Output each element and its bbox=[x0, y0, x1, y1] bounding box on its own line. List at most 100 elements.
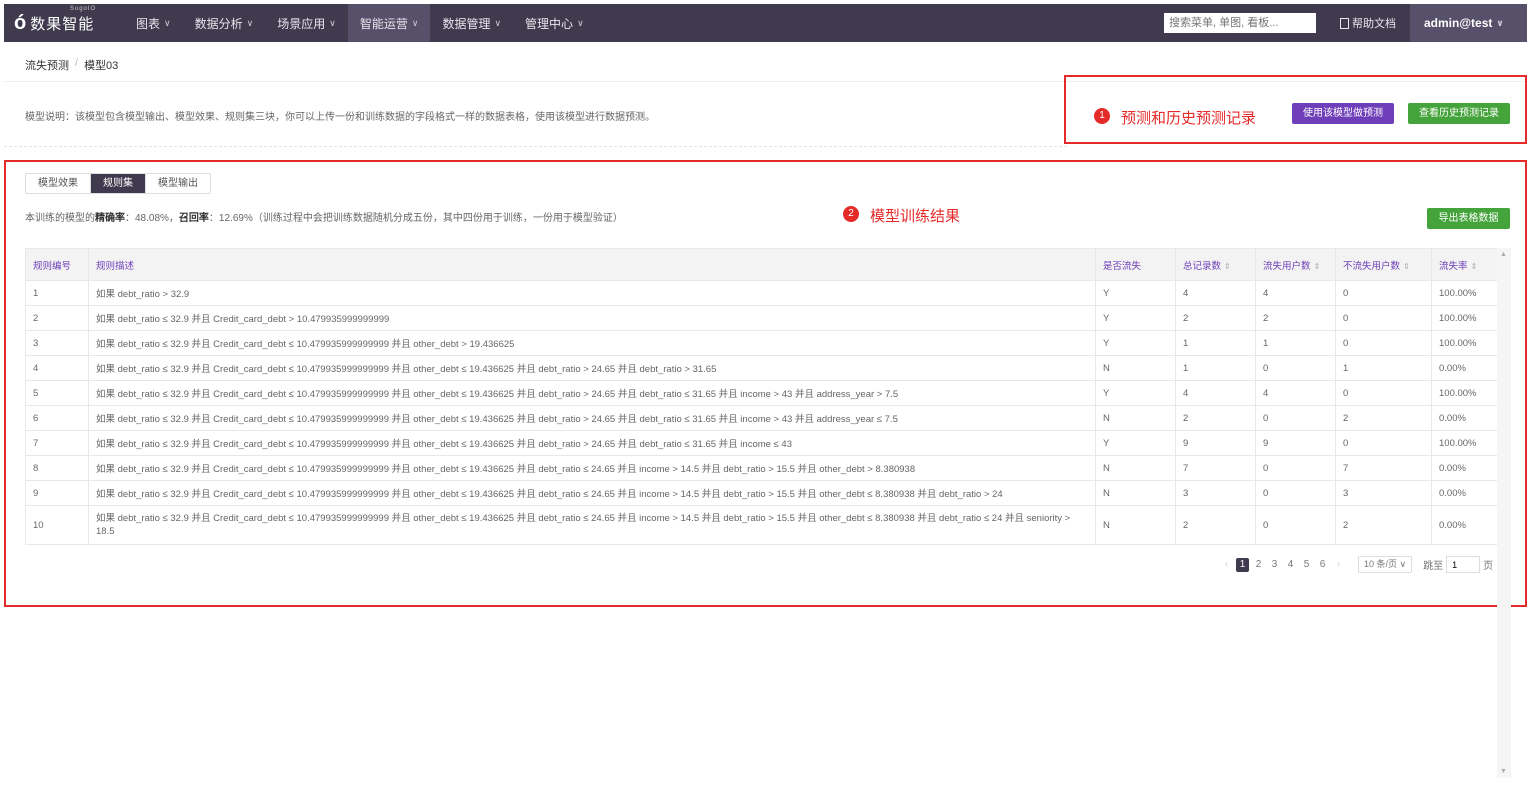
top-nav-bar: ó 数果智能 SugoIO 图表 ∨ 数据分析 ∨ 场景应用 ∨ 智能运营 ∨ 数据管理 ∨ 管理中… bbox=[4, 4, 1527, 42]
table-cell: 2 bbox=[1335, 405, 1432, 431]
table-cell: 如果 debt_ratio > 32.9 bbox=[88, 280, 1096, 306]
chevron-down-icon: ∨ bbox=[246, 17, 254, 28]
header-right: 帮助文档 admin@test ∨ bbox=[1164, 4, 1527, 42]
page-button[interactable]: 3 bbox=[1268, 558, 1281, 572]
rules-table: 规则编号 规则描述 是否流失 总记录数 ⇕ 流失用户数 ⇕ 不流失用户数 ⇕ 流失率 ⇕ 1 如果 d… bbox=[25, 248, 1498, 545]
table-row: 8 如果 debt_ratio ≤ 32.9 并且 Credit_card_deb… bbox=[25, 455, 1498, 481]
prev-page-button[interactable]: ‹ bbox=[1220, 558, 1233, 572]
export-table-button[interactable]: 导出表格数据 bbox=[1427, 208, 1510, 229]
table-cell: 0.00% bbox=[1431, 480, 1498, 506]
table-cell: 如果 debt_ratio ≤ 32.9 并且 Credit_card_debt… bbox=[88, 480, 1096, 506]
logo[interactable]: ó 数果智能 SugoIO bbox=[4, 6, 124, 35]
pagination: ‹ 123456 › 10 条/页 ∨ 跳至 页 bbox=[1220, 556, 1493, 573]
jump-page-input[interactable] bbox=[1446, 556, 1481, 573]
table-cell: 0 bbox=[1335, 380, 1432, 406]
chevron-down-icon: ∨ bbox=[164, 17, 171, 28]
nav-item-label: 智能运营 bbox=[359, 16, 408, 31]
table-cell: 100.00% bbox=[1431, 280, 1498, 306]
table-cell: 2 bbox=[1175, 505, 1256, 545]
nav-item-5[interactable]: 管理中心 ∨ bbox=[513, 4, 596, 42]
tab-0[interactable]: 模型效果 bbox=[26, 174, 91, 193]
table-cell: Y bbox=[1095, 430, 1176, 456]
table-cell: Y bbox=[1095, 280, 1176, 306]
page-button[interactable]: 2 bbox=[1252, 558, 1265, 572]
page-size-select[interactable]: 10 条/页 ∨ bbox=[1358, 556, 1413, 573]
table-cell: 3 bbox=[25, 330, 89, 356]
nav-item-1[interactable]: 数据分析 ∨ bbox=[183, 4, 266, 42]
nav-item-4[interactable]: 数据管理 ∨ bbox=[430, 4, 513, 42]
column-header-label: 是否流失 bbox=[1103, 260, 1142, 272]
table-cell: 7 bbox=[25, 430, 89, 456]
table-cell: 1 bbox=[1255, 330, 1336, 356]
user-menu[interactable]: admin@test ∨ bbox=[1410, 4, 1527, 42]
column-header[interactable]: 总记录数 ⇕ bbox=[1175, 248, 1256, 281]
predict-with-model-button[interactable]: 使用该模型做预测 bbox=[1292, 103, 1394, 124]
sort-icon[interactable]: ⇕ bbox=[1471, 262, 1478, 271]
help-docs-label: 帮助文档 bbox=[1352, 18, 1396, 30]
column-header[interactable]: 流失用户数 ⇕ bbox=[1255, 248, 1336, 281]
column-header: 规则描述 bbox=[88, 248, 1096, 281]
vertical-scrollbar[interactable]: ▲ ▼ bbox=[1497, 248, 1511, 778]
sort-icon[interactable]: ⇕ bbox=[1403, 262, 1410, 271]
table-cell: N bbox=[1095, 455, 1176, 481]
table-cell: Y bbox=[1095, 380, 1176, 406]
table-cell: 4 bbox=[1175, 380, 1256, 406]
table-cell: 0.00% bbox=[1431, 405, 1498, 431]
chevron-down-icon: ∨ bbox=[494, 17, 502, 28]
tab-1[interactable]: 规则集 bbox=[91, 174, 146, 193]
table-cell: 0.00% bbox=[1431, 455, 1498, 481]
breadcrumb-parent[interactable]: 流失预测 bbox=[25, 57, 69, 73]
page-button[interactable]: 5 bbox=[1300, 558, 1313, 572]
table-cell: 如果 debt_ratio ≤ 32.9 并且 Credit_card_debt… bbox=[88, 505, 1096, 545]
table-cell: 4 bbox=[1255, 380, 1336, 406]
help-docs-link[interactable]: 帮助文档 bbox=[1326, 15, 1410, 31]
column-header-label: 流失率 bbox=[1439, 260, 1468, 272]
table-cell: 如果 debt_ratio ≤ 32.9 并且 Credit_card_debt… bbox=[88, 405, 1096, 431]
precision-label: 精确率 bbox=[95, 213, 125, 224]
recall-value: ：12.69%（训练过程中会把训练数据随机分成五份，其中四份用于训练，一份用于模… bbox=[208, 213, 623, 224]
table-cell: 如果 debt_ratio ≤ 32.9 并且 Credit_card_debt… bbox=[88, 305, 1096, 331]
table-cell: 1 bbox=[1335, 355, 1432, 381]
table-cell: 1 bbox=[1175, 355, 1256, 381]
nav-item-3[interactable]: 智能运营 ∨ bbox=[347, 4, 431, 42]
scroll-up-icon[interactable]: ▲ bbox=[1500, 251, 1507, 258]
tab-2[interactable]: 模型输出 bbox=[146, 174, 210, 193]
page-button[interactable]: 4 bbox=[1284, 558, 1297, 572]
view-history-button[interactable]: 查看历史预测记录 bbox=[1408, 103, 1510, 124]
column-header-label: 规则描述 bbox=[96, 260, 135, 272]
jump-label: 跳至 bbox=[1423, 561, 1444, 572]
table-cell: 如果 debt_ratio ≤ 32.9 并且 Credit_card_debt… bbox=[88, 330, 1096, 356]
table-cell: 0 bbox=[1335, 330, 1432, 356]
table-row: 7 如果 debt_ratio ≤ 32.9 并且 Credit_card_deb… bbox=[25, 430, 1498, 456]
breadcrumb-current: 模型03 bbox=[84, 60, 119, 72]
table-cell: 3 bbox=[1335, 480, 1432, 506]
page-button[interactable]: 6 bbox=[1316, 558, 1329, 572]
logo-mark: ó bbox=[14, 11, 27, 34]
column-header[interactable]: 不流失用户数 ⇕ bbox=[1335, 248, 1432, 281]
chevron-down-icon: ∨ bbox=[329, 17, 336, 28]
table-row: 3 如果 debt_ratio ≤ 32.9 并且 Credit_card_deb… bbox=[25, 330, 1498, 356]
table-cell: 0 bbox=[1255, 480, 1336, 506]
column-header: 是否流失 bbox=[1095, 248, 1176, 281]
table-cell: 1 bbox=[25, 280, 89, 306]
table-cell: 1 bbox=[1175, 330, 1256, 356]
table-cell: 9 bbox=[25, 480, 89, 506]
nav-item-2[interactable]: 场景应用 ∨ bbox=[265, 4, 348, 42]
table-cell: 0 bbox=[1255, 455, 1336, 481]
rules-table-container: 规则编号 规则描述 是否流失 总记录数 ⇕ 流失用户数 ⇕ 不流失用户数 ⇕ 流失率 ⇕ 1 如果 d… bbox=[25, 248, 1498, 545]
breadcrumb: 流失预测 / 模型03 bbox=[25, 57, 118, 73]
sort-icon[interactable]: ⇕ bbox=[1314, 262, 1321, 271]
menu-search-input[interactable] bbox=[1164, 13, 1316, 33]
table-cell: 如果 debt_ratio ≤ 32.9 并且 Credit_card_debt… bbox=[88, 455, 1096, 481]
column-header[interactable]: 流失率 ⇕ bbox=[1431, 248, 1498, 281]
nav-item-0[interactable]: 图表 ∨ bbox=[124, 4, 183, 42]
table-cell: 3 bbox=[1175, 480, 1256, 506]
table-row: 2 如果 debt_ratio ≤ 32.9 并且 Credit_card_deb… bbox=[25, 305, 1498, 331]
scroll-down-icon[interactable]: ▼ bbox=[1500, 768, 1507, 775]
page-numbers: 123456 bbox=[1236, 557, 1329, 572]
sort-icon[interactable]: ⇕ bbox=[1224, 262, 1231, 271]
page-size-value: 10 条/页 bbox=[1364, 559, 1398, 569]
table-cell: 2 bbox=[1255, 305, 1336, 331]
next-page-button[interactable]: › bbox=[1332, 558, 1345, 572]
page-button[interactable]: 1 bbox=[1236, 557, 1249, 572]
